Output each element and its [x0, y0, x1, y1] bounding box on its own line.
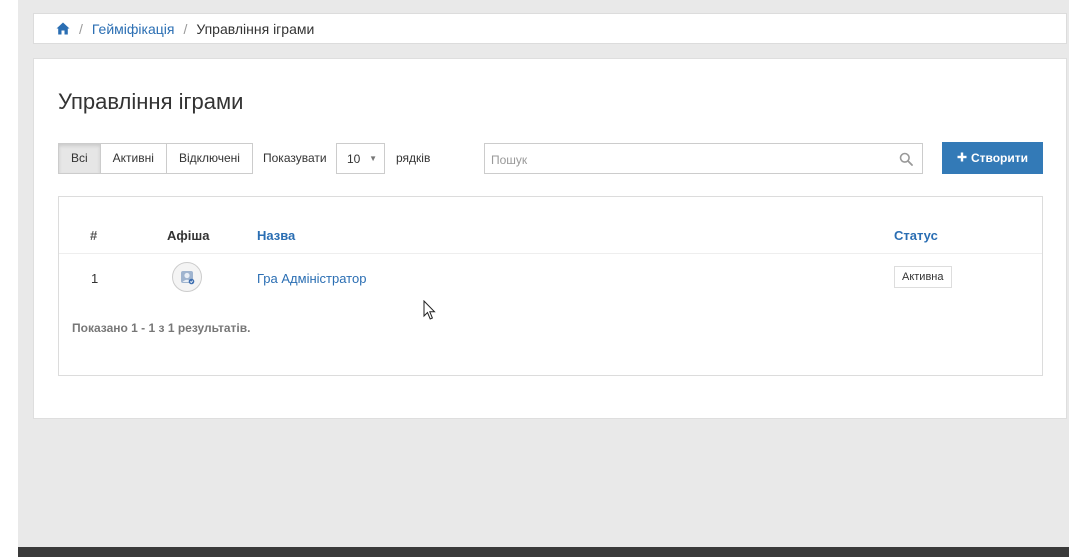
status-badge: Активна: [894, 266, 952, 288]
rows-per-page-select[interactable]: 10 ▼: [336, 143, 385, 174]
breadcrumb-current: Управління іграми: [196, 20, 315, 37]
results-summary: Показано 1 - 1 з 1 результатів.: [72, 321, 251, 335]
caret-down-icon: ▼: [369, 154, 377, 163]
show-rows-label: Показувати: [263, 151, 327, 165]
create-button[interactable]: Створити: [942, 142, 1043, 174]
search-icon[interactable]: [899, 152, 913, 166]
games-table: # Афіша Назва Статус 1 Гра Адміністратор: [58, 196, 1043, 376]
column-header-number: #: [90, 228, 98, 243]
rows-label: рядків: [396, 151, 431, 165]
column-header-poster: Афіша: [167, 228, 210, 243]
table-divider: [59, 253, 1042, 254]
footer-bar: [18, 547, 1069, 557]
search-box: [484, 143, 923, 175]
rows-per-page-value: 10: [347, 151, 361, 166]
status-filter-group: Всі Активні Відключені: [58, 143, 253, 174]
column-header-name[interactable]: Назва: [257, 228, 295, 243]
search-input[interactable]: [485, 144, 893, 175]
page-title: Управління іграми: [58, 89, 244, 114]
breadcrumb-separator: /: [79, 20, 83, 37]
filter-all-button[interactable]: Всі: [58, 143, 101, 174]
filter-active-button[interactable]: Активні: [99, 143, 167, 174]
home-icon[interactable]: [56, 22, 70, 35]
breadcrumb-separator: /: [183, 20, 188, 37]
filter-disabled-button[interactable]: Відключені: [165, 143, 253, 174]
breadcrumb-link-gamification[interactable]: Гейміфікація: [92, 21, 175, 37]
mouse-cursor-icon: [423, 299, 437, 326]
game-poster-icon: [178, 268, 196, 286]
game-name-link[interactable]: Гра Адміністратор: [257, 271, 366, 286]
row-number: 1: [91, 271, 99, 286]
create-button-label: Створити: [970, 151, 1029, 165]
breadcrumb: / Гейміфікація / Управління іграми: [33, 13, 1067, 44]
column-header-status[interactable]: Статус: [894, 228, 938, 243]
game-poster-avatar: [172, 262, 202, 292]
plus-icon: [957, 151, 967, 165]
main-panel: Управління іграми Всі Активні Відключені…: [33, 58, 1067, 419]
